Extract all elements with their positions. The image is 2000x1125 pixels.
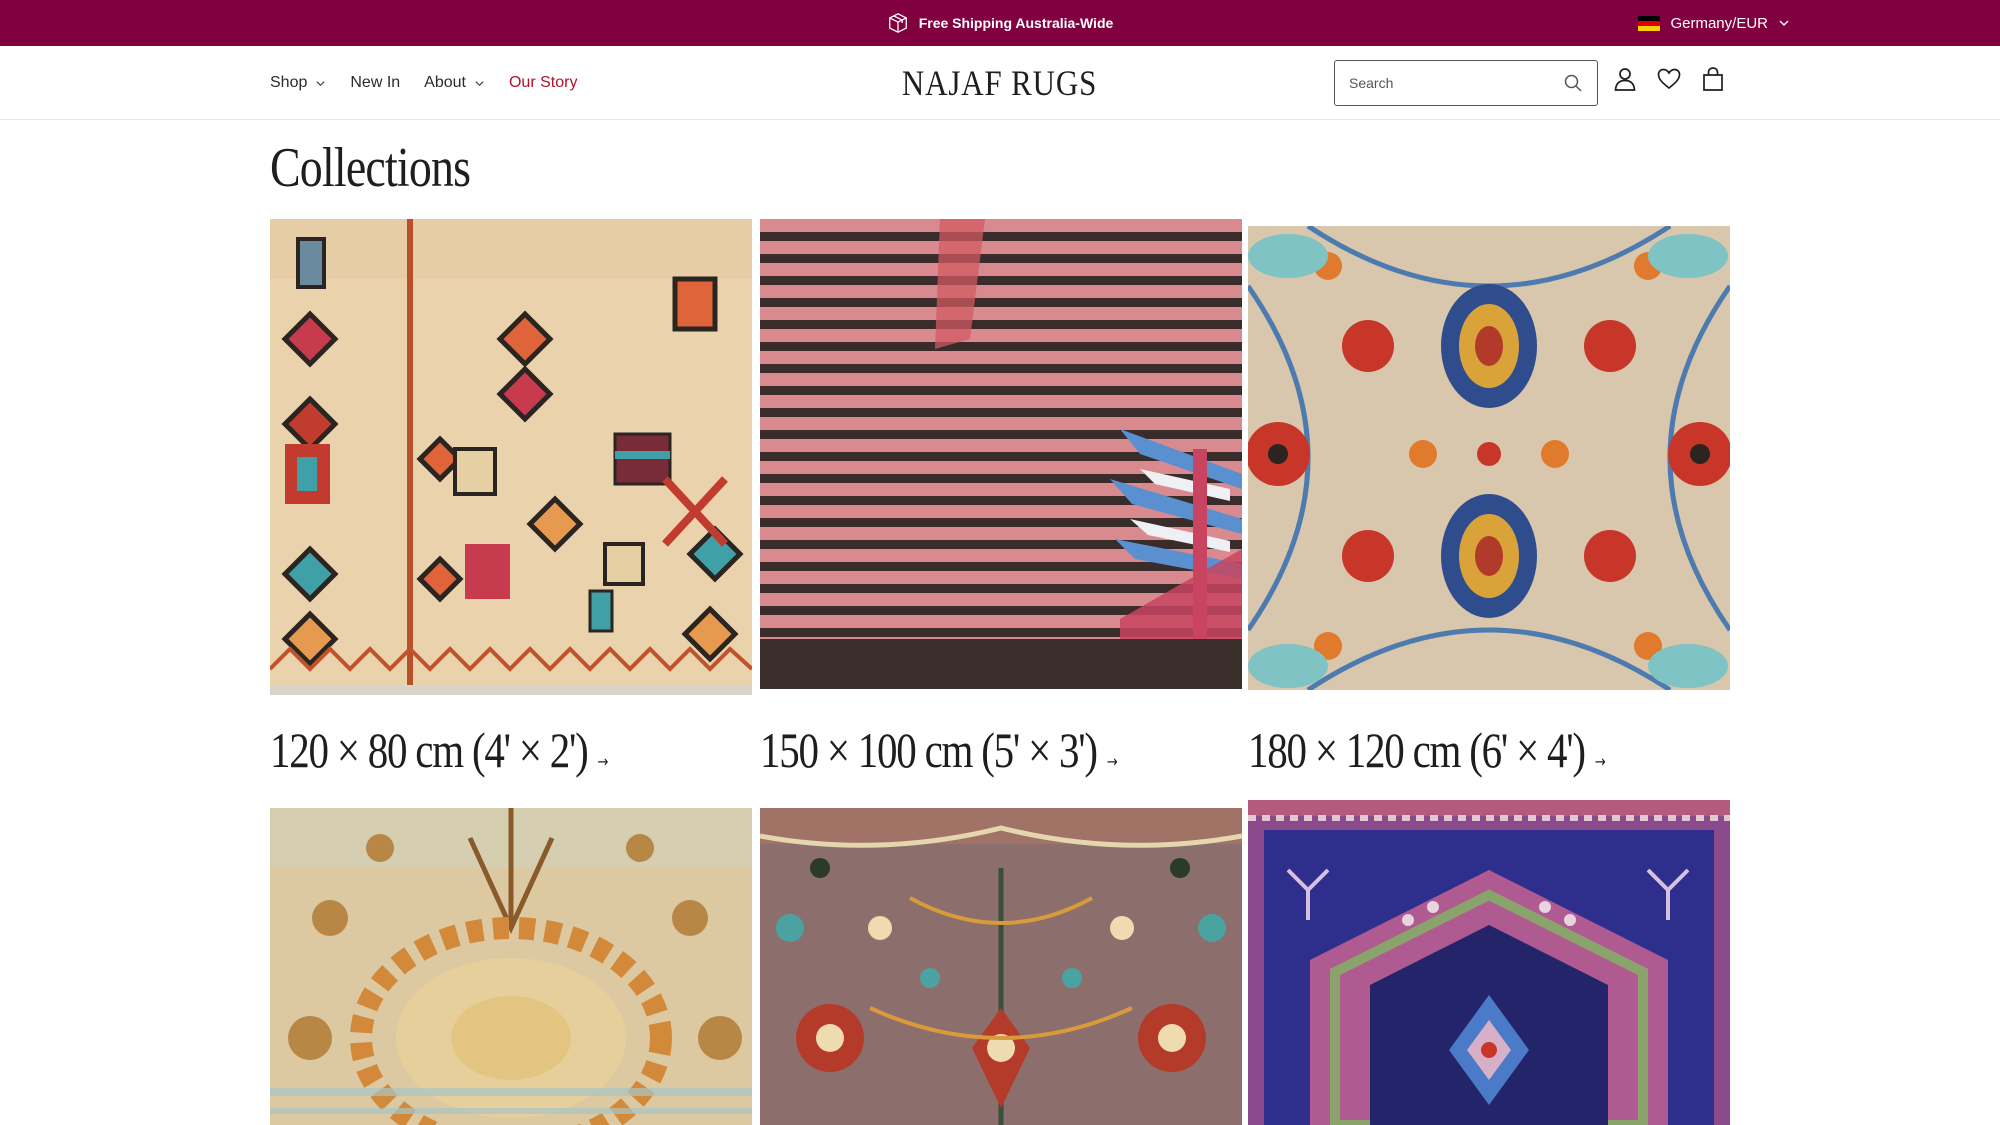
- account-button[interactable]: [1612, 66, 1638, 92]
- account-icon: [1614, 68, 1636, 91]
- collection-card[interactable]: 180 × 120 cm (6' × 4') →: [1248, 226, 1730, 778]
- announcement-bar: Free Shipping Australia-Wide Germany/EUR: [0, 0, 2000, 46]
- rug-image: [270, 219, 752, 695]
- nav-our-story[interactable]: Our Story: [509, 74, 577, 92]
- chevron-down-icon: [316, 80, 325, 86]
- wishlist-heart-icon: [1657, 68, 1681, 90]
- collection-label-wrap: 150 × 100 cm (5' × 3') →: [760, 721, 1118, 779]
- header-icons: [1612, 66, 1726, 92]
- locale-label: Germany/EUR: [1670, 14, 1768, 32]
- site-header: Shop New In About Our Story NAJAF RUGS: [0, 46, 2000, 120]
- cart-bag-icon: [1703, 67, 1723, 91]
- brand-logo[interactable]: NAJAF RUGS: [902, 62, 1097, 104]
- collection-label-wrap: 120 × 80 cm (4' × 2') →: [270, 721, 608, 779]
- search-box: [1334, 60, 1598, 106]
- cart-button[interactable]: [1700, 66, 1726, 92]
- nav-shop[interactable]: Shop: [270, 74, 326, 92]
- chevron-down-icon: [1779, 20, 1789, 26]
- wishlist-button[interactable]: [1656, 66, 1682, 92]
- collection-card[interactable]: 120 × 80 cm (4' × 2') →: [270, 219, 752, 778]
- announcement-text: Free Shipping Australia-Wide: [918, 15, 1114, 31]
- chevron-down-icon: [475, 80, 484, 86]
- collection-card[interactable]: [270, 808, 752, 1125]
- collection-label: 180 × 120 cm (6' × 4'): [1248, 722, 1586, 778]
- package-icon: [888, 13, 907, 33]
- rug-image: [270, 808, 752, 1125]
- locale-selector[interactable]: Germany/EUR: [1638, 0, 1790, 46]
- rug-image: [1248, 800, 1730, 1125]
- rug-image: [760, 808, 1242, 1125]
- rug-image: [760, 219, 1242, 689]
- nav-shop-label: Shop: [270, 74, 308, 91]
- collection-card[interactable]: 150 × 100 cm (5' × 3') →: [760, 219, 1242, 778]
- collection-card[interactable]: [760, 808, 1242, 1125]
- collection-label: 120 × 80 cm (4' × 2'): [270, 722, 589, 778]
- germany-flag-icon: [1638, 15, 1661, 31]
- arrow-right-icon: →: [597, 752, 609, 771]
- rug-image: [1248, 226, 1730, 690]
- collection-label-wrap: 180 × 120 cm (6' × 4') →: [1248, 721, 1606, 779]
- search-icon[interactable]: [1563, 73, 1583, 93]
- arrow-right-icon: →: [1594, 752, 1606, 771]
- nav-our-story-label: Our Story: [508, 74, 578, 91]
- nav-about[interactable]: About: [424, 74, 485, 92]
- nav-new-in-label: New In: [350, 74, 401, 91]
- main-nav: Shop New In About Our Story: [270, 46, 577, 120]
- page-title: Collections: [270, 137, 471, 199]
- search-input[interactable]: [1335, 63, 1545, 103]
- nav-about-label: About: [424, 74, 466, 91]
- collection-card[interactable]: [1248, 800, 1730, 1125]
- collection-label: 150 × 100 cm (5' × 3'): [760, 722, 1098, 778]
- arrow-right-icon: →: [1106, 752, 1118, 771]
- nav-new-in[interactable]: New In: [350, 74, 400, 92]
